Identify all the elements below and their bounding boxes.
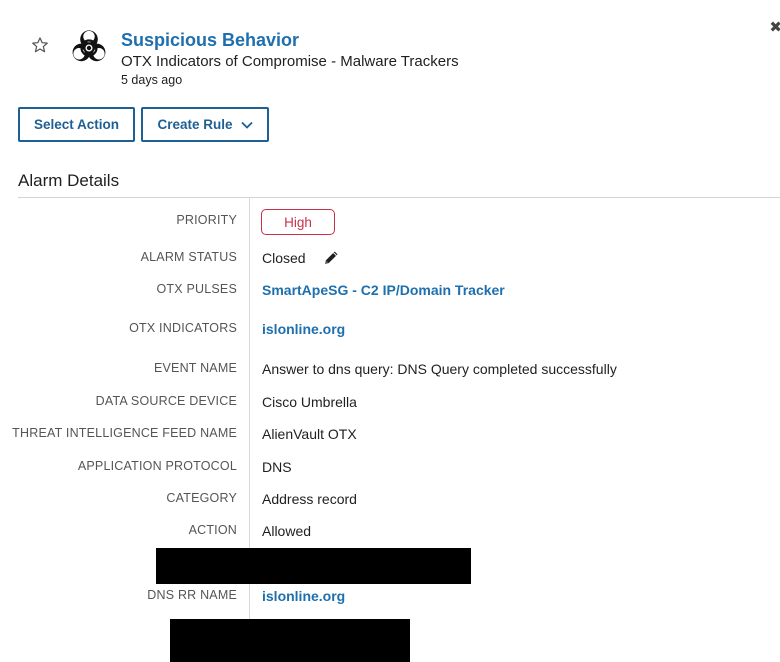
event-name-label: EVENT NAME bbox=[153, 361, 237, 375]
chevron-down-icon bbox=[240, 121, 253, 129]
alarm-status-label: ALARM STATUS bbox=[140, 250, 237, 264]
select-action-button[interactable]: Select Action bbox=[18, 107, 135, 142]
select-action-label: Select Action bbox=[33, 117, 120, 132]
alarm-subtitle: OTX Indicators of Compromise - Malware T… bbox=[121, 53, 459, 70]
priority-label: PRIORITY bbox=[176, 213, 237, 227]
action-value: Allowed bbox=[262, 523, 312, 539]
category-value: Address record bbox=[262, 491, 357, 507]
alarm-status-value: Closed bbox=[262, 250, 306, 266]
create-rule-button[interactable]: Create Rule bbox=[141, 107, 269, 142]
redaction-bar bbox=[170, 619, 410, 662]
category-label: CATEGORY bbox=[166, 491, 237, 505]
priority-badge: High bbox=[261, 209, 335, 235]
data-source-device-value: Cisco Umbrella bbox=[262, 394, 357, 410]
pencil-icon[interactable] bbox=[323, 249, 340, 266]
dns-rr-name-link[interactable]: islonline.org bbox=[262, 588, 345, 604]
biohazard-icon bbox=[72, 30, 106, 62]
threat-feed-name-label: THREAT INTELLIGENCE FEED NAME bbox=[12, 426, 237, 440]
app-protocol-label: APPLICATION PROTOCOL bbox=[77, 459, 237, 473]
app-protocol-value: DNS bbox=[262, 459, 292, 475]
event-name-value: Answer to dns query: DNS Query completed… bbox=[262, 361, 617, 377]
create-rule-label: Create Rule bbox=[157, 117, 233, 132]
alarm-timestamp: 5 days ago bbox=[121, 73, 183, 87]
action-label: ACTION bbox=[188, 523, 237, 537]
redaction-bar bbox=[156, 548, 471, 584]
star-outline-icon[interactable] bbox=[31, 36, 49, 54]
dns-rr-name-label: DNS RR NAME bbox=[147, 588, 237, 602]
data-source-device-label: DATA SOURCE DEVICE bbox=[95, 394, 237, 408]
section-title: Alarm Details bbox=[18, 171, 120, 190]
otx-pulses-link[interactable]: SmartApeSG - C2 IP/Domain Tracker bbox=[262, 282, 505, 298]
otx-indicators-label: OTX INDICATORS bbox=[129, 321, 237, 335]
otx-pulses-label: OTX PULSES bbox=[156, 282, 237, 296]
column-divider bbox=[249, 198, 250, 662]
section-divider bbox=[18, 197, 780, 198]
threat-feed-name-value: AlienVault OTX bbox=[262, 426, 357, 442]
alarm-title[interactable]: Suspicious Behavior bbox=[121, 30, 299, 51]
otx-indicators-link[interactable]: islonline.org bbox=[262, 321, 345, 337]
close-icon[interactable]: ✖ bbox=[769, 18, 780, 36]
